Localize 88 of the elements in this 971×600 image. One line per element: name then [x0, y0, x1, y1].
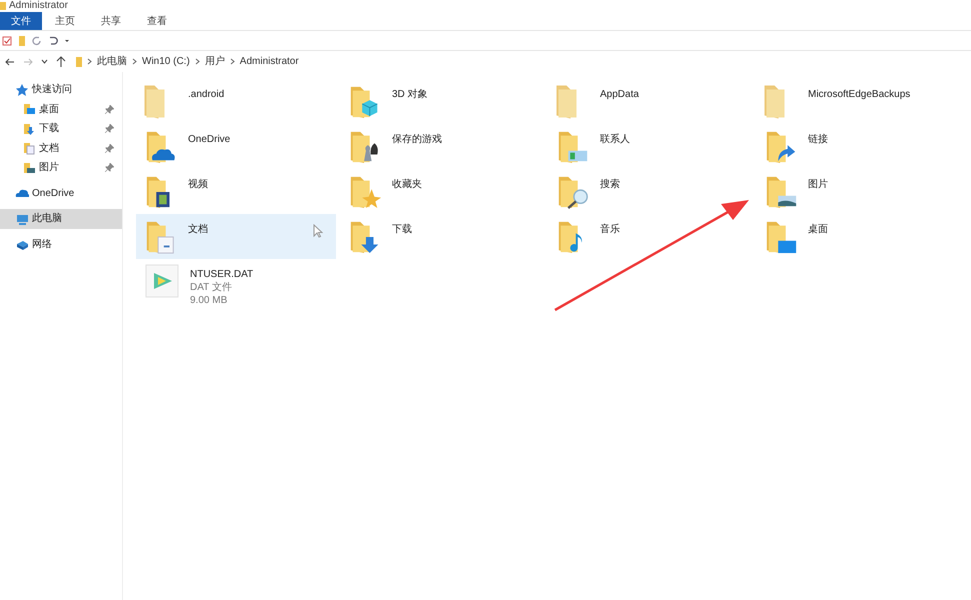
folder-icon	[0, 2, 6, 10]
forward-arrow-icon[interactable]	[23, 56, 33, 66]
file-item[interactable]: 下载	[340, 214, 544, 259]
mouse-cursor-icon	[313, 224, 323, 238]
nav-item[interactable]: 下载	[0, 119, 122, 138]
item-name: 下载	[392, 224, 412, 236]
breadcrumb[interactable]: Win10 (C:)	[142, 54, 190, 69]
ribbon-tab[interactable]: 查看	[136, 12, 178, 30]
item-name: 搜索	[600, 179, 620, 191]
item-name: 图片	[808, 179, 828, 191]
document-folder-icon	[22, 141, 36, 156]
folder-icon	[76, 56, 82, 66]
file-item[interactable]: 桌面	[756, 214, 960, 259]
item-name: NTUSER.DAT	[190, 269, 254, 281]
folder-star-icon	[348, 175, 382, 209]
chevron-right-icon	[132, 58, 137, 65]
file-item[interactable]: 3D 对象	[340, 79, 544, 124]
file-item[interactable]: 链接	[756, 124, 960, 169]
folder-icon	[764, 85, 785, 119]
item-name: MicrosoftEdgeBackups	[808, 89, 910, 101]
file-item[interactable]: .android	[136, 79, 336, 124]
item-name: OneDrive	[188, 134, 230, 146]
address-bar[interactable]: 此电脑 Win10 (C:) 用户 Administrator	[74, 52, 971, 72]
breadcrumb[interactable]: 此电脑	[97, 54, 127, 69]
breadcrumb[interactable]: Administrator	[240, 54, 299, 69]
nav-item[interactable]: 此电脑	[0, 209, 122, 228]
properties-check-icon[interactable]	[2, 36, 12, 46]
folder-icon	[144, 85, 165, 119]
nav-item[interactable]: 文档	[0, 138, 122, 158]
file-item[interactable]: 联系人	[548, 124, 752, 169]
chevron-down-icon[interactable]	[41, 58, 48, 65]
nav-item[interactable]: 快速访问	[0, 80, 122, 100]
file-item[interactable]: 保存的游戏	[340, 124, 544, 169]
item-name: AppData	[600, 89, 639, 101]
item-name: 3D 对象	[392, 89, 428, 101]
window-title: Administrator	[9, 0, 68, 12]
picture-folder-icon	[22, 160, 36, 175]
ribbon-tab[interactable]: 文件	[0, 12, 42, 30]
file-item[interactable]: 图片	[756, 169, 960, 214]
nav-item[interactable]: 桌面	[0, 100, 122, 119]
file-item[interactable]: 收藏夹	[340, 169, 544, 214]
chevron-right-icon	[230, 58, 235, 65]
file-item[interactable]: 音乐	[548, 214, 752, 259]
item-name: 收藏夹	[392, 179, 422, 191]
item-name: 视频	[188, 179, 208, 191]
desktop-folder-icon	[22, 102, 36, 116]
nav-item[interactable]: OneDrive	[0, 184, 122, 203]
nav-item[interactable]: 图片	[0, 158, 122, 178]
nav-item[interactable]: 网络	[0, 234, 122, 254]
dropdown-icon[interactable]	[64, 38, 70, 44]
pin-icon[interactable]	[105, 144, 114, 153]
folder-icon	[556, 85, 577, 119]
item-name: 文档	[188, 224, 208, 236]
breadcrumb[interactable]: 用户	[204, 54, 225, 69]
ribbon-tab[interactable]: 主页	[44, 12, 86, 30]
item-name: 保存的游戏	[392, 134, 442, 146]
chevron-right-icon	[194, 58, 200, 65]
file-item[interactable]: 视频	[136, 169, 336, 214]
ribbon-tab[interactable]: 共享	[90, 12, 132, 30]
item-name: 桌面	[808, 224, 828, 236]
folder-contact-card-icon	[556, 130, 590, 164]
pin-icon[interactable]	[105, 104, 114, 114]
file-item[interactable]: OneDrive	[136, 124, 336, 169]
folder-picture-icon	[764, 175, 798, 209]
chevron-right-icon	[87, 58, 92, 65]
item-name: 链接	[808, 134, 828, 146]
file-item[interactable]: AppData	[548, 79, 752, 124]
redo-icon[interactable]	[32, 36, 42, 46]
file-item[interactable]: MicrosoftEdgeBackups	[756, 79, 960, 124]
pin-icon[interactable]	[105, 163, 114, 172]
item-name: 音乐	[600, 224, 620, 236]
file-item[interactable]: 文档	[136, 214, 336, 259]
pin-icon[interactable]	[105, 124, 114, 134]
download-folder-icon	[22, 122, 36, 136]
star-icon	[15, 82, 29, 97]
up-arrow-icon[interactable]	[56, 56, 66, 67]
file-icon	[144, 263, 180, 299]
file-item[interactable]: NTUSER.DAT DAT 文件 9.00 MB	[136, 259, 336, 304]
item-name: 联系人	[600, 134, 630, 146]
item-detail: DAT 文件	[190, 281, 233, 294]
back-arrow-icon[interactable]	[5, 56, 15, 66]
item-detail: 9.00 MB	[190, 294, 228, 307]
file-item[interactable]: 搜索	[548, 169, 752, 214]
item-name: .android	[188, 89, 224, 101]
folder-magnifier-icon	[556, 175, 590, 209]
undo-icon[interactable]	[48, 36, 58, 46]
folder-shortcut-arrow-icon	[764, 130, 798, 164]
folder-desktop-icon	[764, 220, 798, 254]
